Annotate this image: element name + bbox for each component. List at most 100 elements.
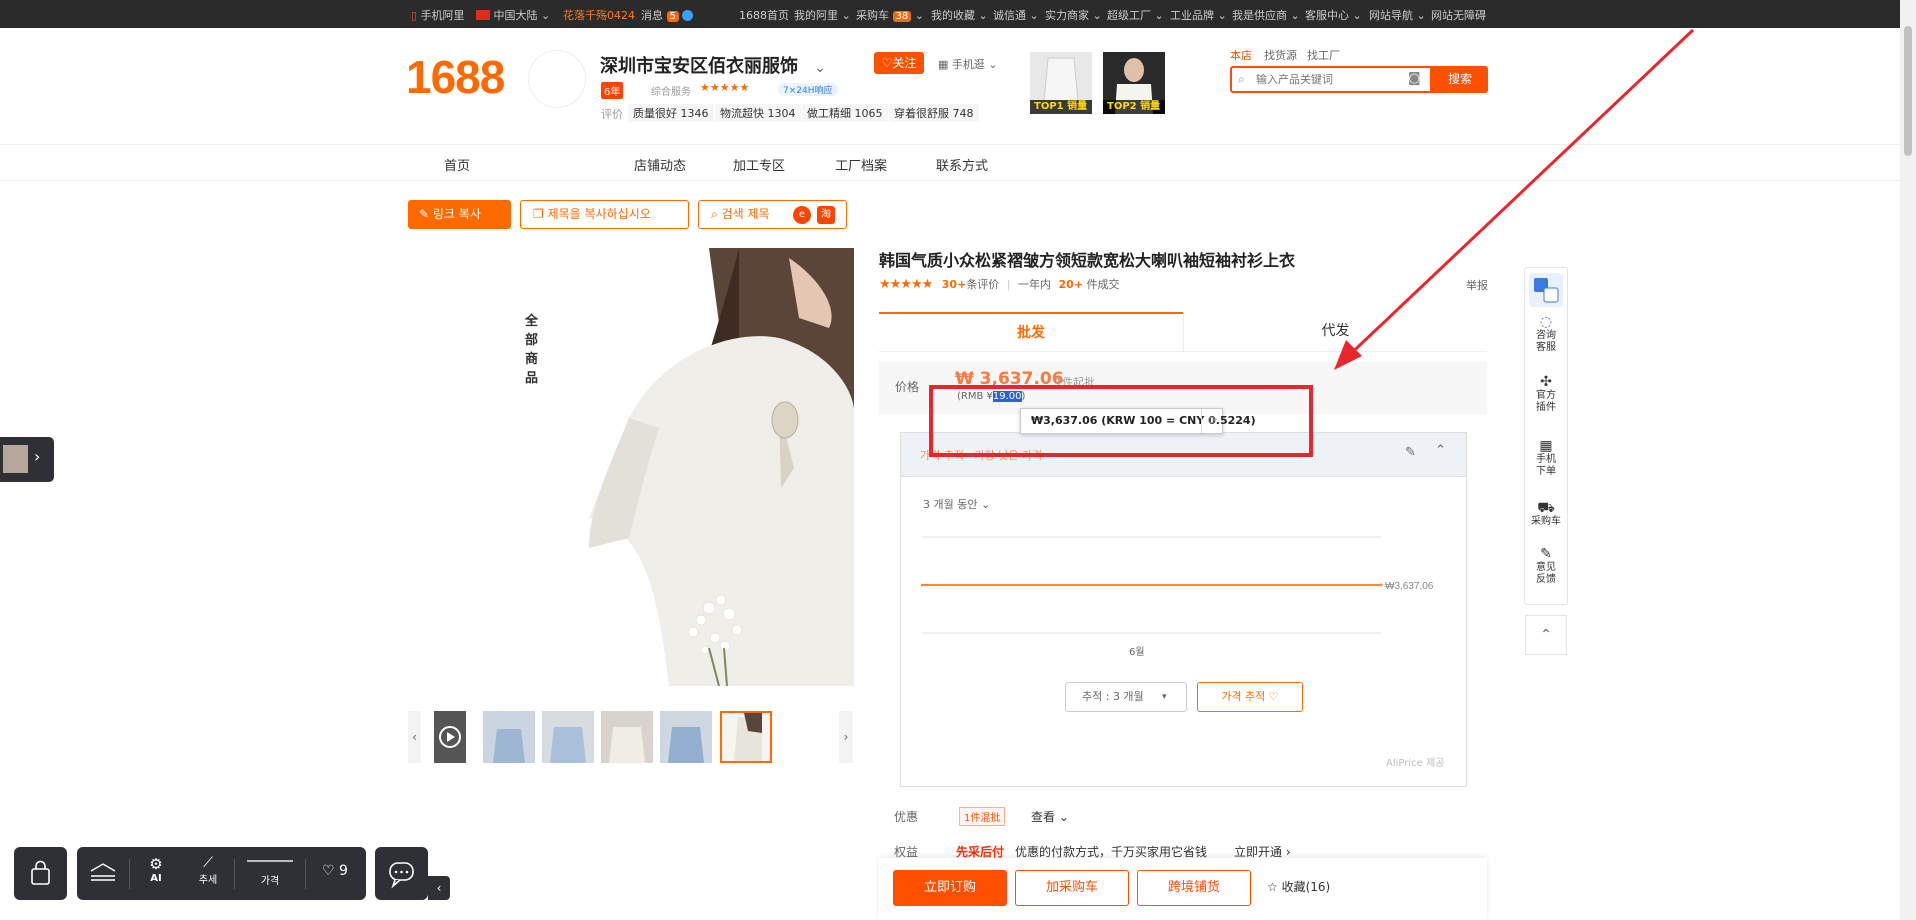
price-track-button[interactable]: 가격 추적 ♡ xyxy=(1197,682,1303,712)
thumb-next-button[interactable]: › xyxy=(839,711,853,763)
thumb-1[interactable] xyxy=(483,711,535,763)
topbar-home[interactable]: 1688首页 xyxy=(739,7,789,23)
sidebar-feedback[interactable]: ✎ 意见反馈 xyxy=(1525,547,1567,586)
nav-contact[interactable]: 联系方式 xyxy=(936,155,988,174)
chevron-left-icon: ‹ xyxy=(412,730,417,744)
topbar-favorites[interactable]: 我的收藏 ⌄ xyxy=(931,7,988,23)
topbar-messages[interactable]: 消息 5 xyxy=(641,7,694,23)
shop-avatar[interactable] xyxy=(528,50,586,108)
topbar-promo[interactable]: 花落千殇0424 xyxy=(563,7,635,23)
price-point xyxy=(921,583,923,587)
price-label: 价格 xyxy=(895,380,920,394)
topbar-supplier[interactable]: 我是供应商 ⌄ xyxy=(1232,7,1300,23)
refresh-icon[interactable]: ⟳ xyxy=(1201,409,1223,433)
thumb-4[interactable] xyxy=(660,711,712,763)
topbar-sitenav[interactable]: 网站导航 ⌄ xyxy=(1369,7,1426,23)
float-collapse-button[interactable]: ‹ xyxy=(428,876,450,900)
collect-button[interactable]: ☆ 收藏(16) xyxy=(1267,878,1330,895)
product-image xyxy=(601,711,653,763)
product-mini-thumb xyxy=(3,445,28,473)
thumb-2[interactable] xyxy=(542,711,594,763)
topbar-trust[interactable]: 诚信通 ⌄ xyxy=(993,7,1039,23)
tracking-period-select[interactable]: 추적 : 3 개월 ▾ xyxy=(1065,682,1187,712)
chevron-down-icon: ⌄ xyxy=(525,310,536,325)
puzzle-icon: ✣ xyxy=(1540,374,1552,390)
topbar-service[interactable]: 客服中心 ⌄ xyxy=(1305,7,1362,23)
chat-bubble-icon xyxy=(682,10,694,21)
topbar-mobile-link[interactable]: ▯ 手机阿里 xyxy=(411,7,465,23)
float-home-button[interactable] xyxy=(77,847,129,900)
topbar-strength[interactable]: 实力商家 ⌄ xyxy=(1045,7,1102,23)
float-likes-button[interactable]: ♡ 9 xyxy=(306,863,364,879)
thumb-5-selected[interactable] xyxy=(720,711,772,763)
shopping-bag-icon xyxy=(31,860,50,885)
top-bar: ▯ 手机阿里 中国大陆 ⌄ 花落千殇0424 消息 5 1688首页 我的阿里 … xyxy=(0,0,1916,28)
edit-icon[interactable]: ✎ xyxy=(1405,445,1416,460)
tab-wholesale[interactable]: 批发 xyxy=(879,312,1183,352)
topbar-super-factory[interactable]: 超级工厂 ⌄ xyxy=(1107,7,1164,23)
follow-button[interactable]: ♡关注 xyxy=(874,52,924,74)
sidebar-customer-service[interactable]: ◌ 咨询客服 xyxy=(1525,315,1567,354)
video-thumb[interactable] xyxy=(434,711,466,763)
float-chat-button[interactable] xyxy=(375,847,428,900)
review-count[interactable]: 30+ xyxy=(942,278,967,291)
caret-down-icon: ▾ xyxy=(1162,692,1167,702)
year-label: 一年内 xyxy=(1018,278,1052,291)
nav-factory[interactable]: 工厂档案 xyxy=(835,155,887,174)
topbar-industrial[interactable]: 工业品牌 ⌄ xyxy=(1170,7,1227,23)
chevron-right-icon: › xyxy=(34,447,41,466)
search-title-button[interactable]: ⌕ 검색 제목 e 淘 xyxy=(698,200,847,229)
float-price-button[interactable]: 가격 xyxy=(235,847,305,900)
scrollbar-thumb[interactable] xyxy=(1904,26,1912,156)
collapse-icon[interactable]: ⌃ xyxy=(1435,443,1446,458)
translate-icon[interactable] xyxy=(1529,273,1563,307)
float-bag-button[interactable] xyxy=(14,847,67,900)
topbar-cart[interactable]: 采购车 38 ⌄ xyxy=(856,7,924,23)
thumb-3[interactable] xyxy=(601,711,653,763)
chevron-down-icon[interactable]: ⌄ xyxy=(814,60,826,76)
chat-bubble-icon xyxy=(389,862,414,889)
float-ai-button[interactable]: ⚙ AI xyxy=(130,847,182,900)
main-product-image[interactable] xyxy=(589,248,854,686)
alibaba-icon[interactable]: e xyxy=(793,206,811,224)
stat-logistics: 物流超快 1304 xyxy=(715,104,801,122)
buy-now-button[interactable]: 立即订购 xyxy=(893,870,1007,906)
discount-label: 优惠 xyxy=(894,810,919,824)
cross-border-button[interactable]: 跨境铺货 xyxy=(1137,870,1251,906)
taobao-icon[interactable]: 淘 xyxy=(817,206,835,224)
top1-product-thumb[interactable]: TOP1 销量 xyxy=(1030,52,1092,114)
qr-icon: ▦ xyxy=(938,58,949,71)
left-float-tab[interactable]: › xyxy=(0,437,54,482)
nav-shop-news[interactable]: 店铺动态 xyxy=(634,155,686,174)
page-scrollbar[interactable] xyxy=(1900,0,1916,920)
shop-name[interactable]: 深圳市宝安区佰衣丽服饰 ⌄ xyxy=(600,52,826,78)
period-dropdown[interactable]: 3 개월 동안 ⌄ xyxy=(923,496,990,512)
copy-icon: ❐ xyxy=(533,207,544,221)
nav-processing[interactable]: 加工专区 xyxy=(733,155,785,174)
chevron-left-icon: ‹ xyxy=(436,881,442,895)
search-tab-shop[interactable]: 本店 xyxy=(1230,47,1252,63)
review-label[interactable]: 条评价 xyxy=(966,278,999,291)
sidebar-official-plugin[interactable]: ✣ 官方插件 xyxy=(1525,374,1567,414)
topbar-my-ali[interactable]: 我的阿里 ⌄ xyxy=(794,7,851,23)
sidebar-cart[interactable]: ⛟ 采购车 xyxy=(1525,501,1567,528)
top2-product-thumb[interactable]: TOP2 销量 xyxy=(1103,52,1165,114)
search-tab-source[interactable]: 找货源 xyxy=(1264,47,1297,63)
add-cart-button[interactable]: 加采购车 xyxy=(1015,870,1129,906)
copy-title-button[interactable]: ❐ 제목을 복사하십시오 xyxy=(520,200,689,229)
topbar-accessibility[interactable]: 网站无障碍 xyxy=(1431,7,1486,23)
copy-link-button[interactable]: ✎ 링크 복사 xyxy=(408,200,511,229)
site-logo[interactable]: 1688 xyxy=(406,50,505,104)
thumb-prev-button[interactable]: ‹ xyxy=(408,711,421,763)
link-icon: ✎ xyxy=(419,207,430,221)
rating-label: 评价 xyxy=(601,108,623,121)
float-trend-button[interactable]: ⟋ 추세 xyxy=(182,847,234,900)
translate-glyph xyxy=(1534,278,1559,303)
topbar-region[interactable]: 中国大陆 ⌄ xyxy=(476,7,550,23)
back-to-top-button[interactable]: ⌃ xyxy=(1525,615,1567,655)
nav-home[interactable]: 首页 xyxy=(444,155,470,174)
search-icon: ⌕ xyxy=(1238,72,1245,86)
sidebar-mobile-order[interactable]: ▦ 手机下单 xyxy=(1525,439,1567,478)
discount-view-link[interactable]: 查看 ⌄ xyxy=(1031,808,1069,825)
mobile-shop-link[interactable]: ▦ 手机逛 ⌄ xyxy=(938,56,998,72)
